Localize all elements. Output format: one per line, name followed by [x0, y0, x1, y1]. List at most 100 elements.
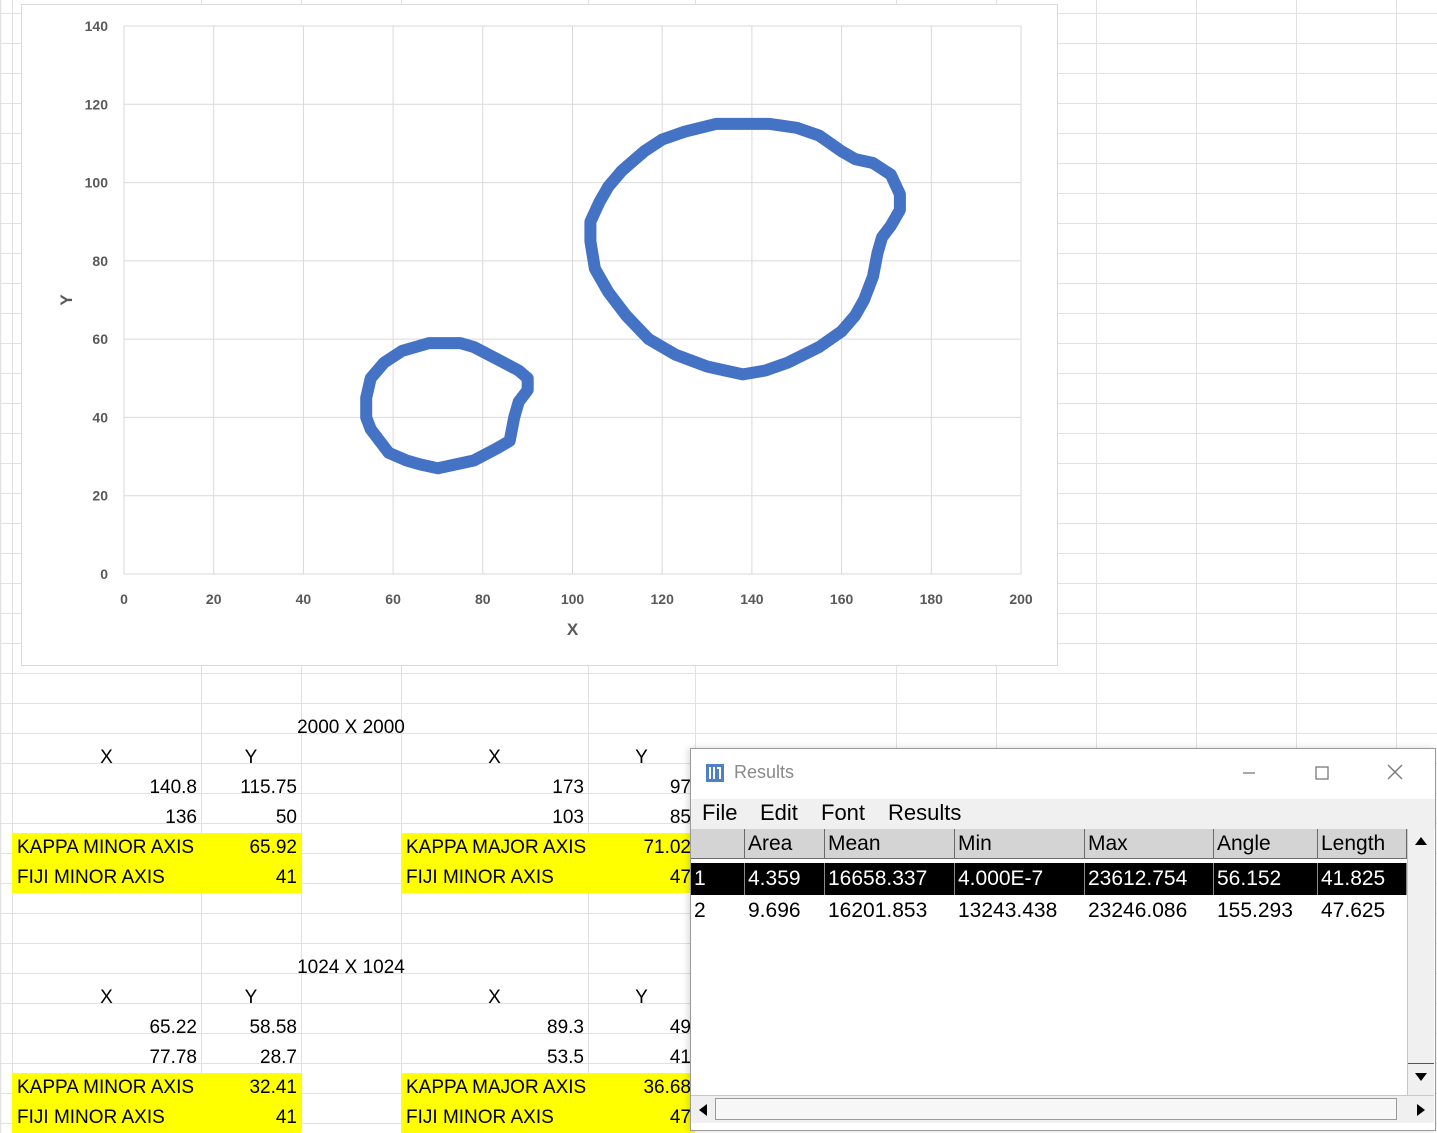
b1-right-y-header[interactable]: Y — [588, 743, 695, 773]
scroll-down-icon[interactable] — [1411, 1071, 1431, 1083]
table-cell[interactable]: 16201.853 — [825, 895, 955, 927]
b2-fiji-minor2-label[interactable]: FIJI MINOR AXIS — [401, 1103, 588, 1133]
b1-cell[interactable]: 97 — [588, 773, 695, 803]
b1-fiji-minor-label[interactable]: FIJI MINOR AXIS — [12, 863, 201, 893]
b2-cell[interactable]: 65.22 — [12, 1013, 201, 1043]
x-tick-label: 80 — [475, 591, 491, 607]
b2-kappa-major-label[interactable]: KAPPA MAJOR AXIS — [401, 1073, 588, 1103]
x-tick-label: 40 — [296, 591, 312, 607]
b2-left-x-header[interactable]: X — [12, 983, 201, 1013]
b1-left-x-header[interactable]: X — [12, 743, 201, 773]
b1-fiji-minor-value[interactable]: 41 — [201, 863, 301, 893]
b2-fiji-minor-label[interactable]: FIJI MINOR AXIS — [12, 1103, 201, 1133]
y-axis-title: Y — [57, 294, 76, 306]
column-header-length[interactable]: Length — [1318, 829, 1407, 859]
b1-kappa-major-value[interactable]: 71.02 — [588, 833, 695, 863]
table-cell[interactable]: 155.293 — [1214, 895, 1318, 927]
scatter-chart[interactable]: 0 20 40 60 80 100 120 140 160 180 200 0 20 40 60 80 100 1… — [21, 4, 1058, 666]
b1-kappa-minor-value[interactable]: 65.92 — [201, 833, 301, 863]
table-cell[interactable]: 1 — [691, 863, 745, 895]
scroll-track[interactable] — [715, 1098, 1397, 1120]
b2-fiji-minor-value[interactable]: 41 — [201, 1103, 301, 1133]
table-cell[interactable]: 2 — [691, 895, 745, 927]
b2-cell[interactable]: 89.3 — [401, 1013, 588, 1043]
b1-cell[interactable]: 85 — [588, 803, 695, 833]
vertical-scrollbar[interactable] — [1407, 829, 1434, 1095]
menu-edit[interactable]: Edit — [760, 799, 798, 827]
table-cell[interactable]: 23246.086 — [1085, 895, 1214, 927]
menu-results[interactable]: Results — [888, 799, 961, 827]
b1-fiji-minor2-value[interactable]: 47 — [588, 863, 695, 893]
b1-cell[interactable]: 140.8 — [12, 773, 201, 803]
table-cell[interactable]: 47.625 — [1318, 895, 1407, 927]
block2-title[interactable]: 1024 X 1024 — [201, 953, 501, 983]
menu-font[interactable]: Font — [821, 799, 865, 827]
results-table[interactable]: Area Mean Min Max Angle Length 1 4.359 1… — [691, 829, 1407, 1097]
b1-right-x-header[interactable]: X — [401, 743, 588, 773]
grid-col-line — [12, 0, 13, 1131]
b2-cell[interactable]: 41 — [588, 1043, 695, 1073]
x-tick-label: 180 — [920, 591, 944, 607]
column-header-index[interactable] — [691, 829, 745, 859]
close-icon — [1387, 764, 1403, 780]
maximize-button[interactable] — [1302, 759, 1342, 789]
b1-kappa-minor-label[interactable]: KAPPA MINOR AXIS — [12, 833, 201, 863]
b2-cell[interactable]: 28.7 — [201, 1043, 301, 1073]
b2-kappa-minor-value[interactable]: 32.41 — [201, 1073, 301, 1103]
table-cell[interactable]: 41.825 — [1318, 863, 1407, 895]
column-header-area[interactable]: Area — [745, 829, 825, 859]
b2-cell[interactable]: 58.58 — [201, 1013, 301, 1043]
b2-kappa-minor-label[interactable]: KAPPA MINOR AXIS — [12, 1073, 201, 1103]
series-line-1 — [360, 337, 534, 475]
y-tick-label: 140 — [85, 18, 109, 34]
imagej-app-icon — [706, 764, 724, 782]
scroll-divider — [1408, 1063, 1434, 1064]
table-cell[interactable]: 16658.337 — [825, 863, 955, 895]
block1-title[interactable]: 2000 X 2000 — [201, 713, 501, 743]
b2-cell[interactable]: 53.5 — [401, 1043, 588, 1073]
b2-cell[interactable]: 49 — [588, 1013, 695, 1043]
column-header-mean[interactable]: Mean — [825, 829, 955, 859]
x-tick-label: 60 — [385, 591, 401, 607]
b2-cell[interactable]: 77.78 — [12, 1043, 201, 1073]
b2-right-x-header[interactable]: X — [401, 983, 588, 1013]
b1-cell[interactable]: 136 — [12, 803, 201, 833]
b2-left-y-header[interactable]: Y — [201, 983, 301, 1013]
y-tick-label: 20 — [92, 488, 108, 504]
column-header-max[interactable]: Max — [1085, 829, 1214, 859]
table-cell[interactable]: 4.000E-7 — [955, 863, 1085, 895]
b1-left-y-header[interactable]: Y — [201, 743, 301, 773]
b1-cell[interactable]: 50 — [201, 803, 301, 833]
b1-kappa-major-label[interactable]: KAPPA MAJOR AXIS — [401, 833, 588, 863]
y-tick-label: 80 — [92, 253, 108, 269]
horizontal-scrollbar[interactable] — [691, 1095, 1434, 1123]
scroll-up-icon[interactable] — [1411, 835, 1431, 847]
x-tick-label: 100 — [561, 591, 585, 607]
b1-cell[interactable]: 115.75 — [201, 773, 301, 803]
x-tick-label: 140 — [740, 591, 764, 607]
minimize-button[interactable] — [1229, 759, 1269, 789]
scroll-right-icon[interactable] — [1411, 1102, 1431, 1118]
title-bar[interactable]: Results — [691, 749, 1435, 799]
scroll-left-icon[interactable] — [693, 1102, 713, 1118]
results-window[interactable]: Results File Edit Font Results Area Mean… — [690, 748, 1436, 1131]
table-cell[interactable]: 4.359 — [745, 863, 825, 895]
y-tick-label: 100 — [85, 175, 109, 191]
b1-cell[interactable]: 103 — [401, 803, 588, 833]
b2-fiji-minor2-value[interactable]: 47 — [588, 1103, 695, 1133]
b1-cell[interactable]: 173 — [401, 773, 588, 803]
b1-fiji-minor2-label[interactable]: FIJI MINOR AXIS — [401, 863, 588, 893]
table-cell[interactable]: 13243.438 — [955, 895, 1085, 927]
close-button[interactable] — [1375, 759, 1415, 789]
b2-kappa-major-value[interactable]: 36.68 — [588, 1073, 695, 1103]
y-tick-label: 40 — [92, 409, 108, 425]
column-header-min[interactable]: Min — [955, 829, 1085, 859]
table-cell[interactable]: 56.152 — [1214, 863, 1318, 895]
x-tick-label: 200 — [1009, 591, 1033, 607]
menu-file[interactable]: File — [702, 799, 737, 827]
column-header-angle[interactable]: Angle — [1214, 829, 1318, 859]
table-cell[interactable]: 9.696 — [745, 895, 825, 927]
b2-right-y-header[interactable]: Y — [588, 983, 695, 1013]
table-cell[interactable]: 23612.754 — [1085, 863, 1214, 895]
y-tick-label: 60 — [92, 331, 108, 347]
